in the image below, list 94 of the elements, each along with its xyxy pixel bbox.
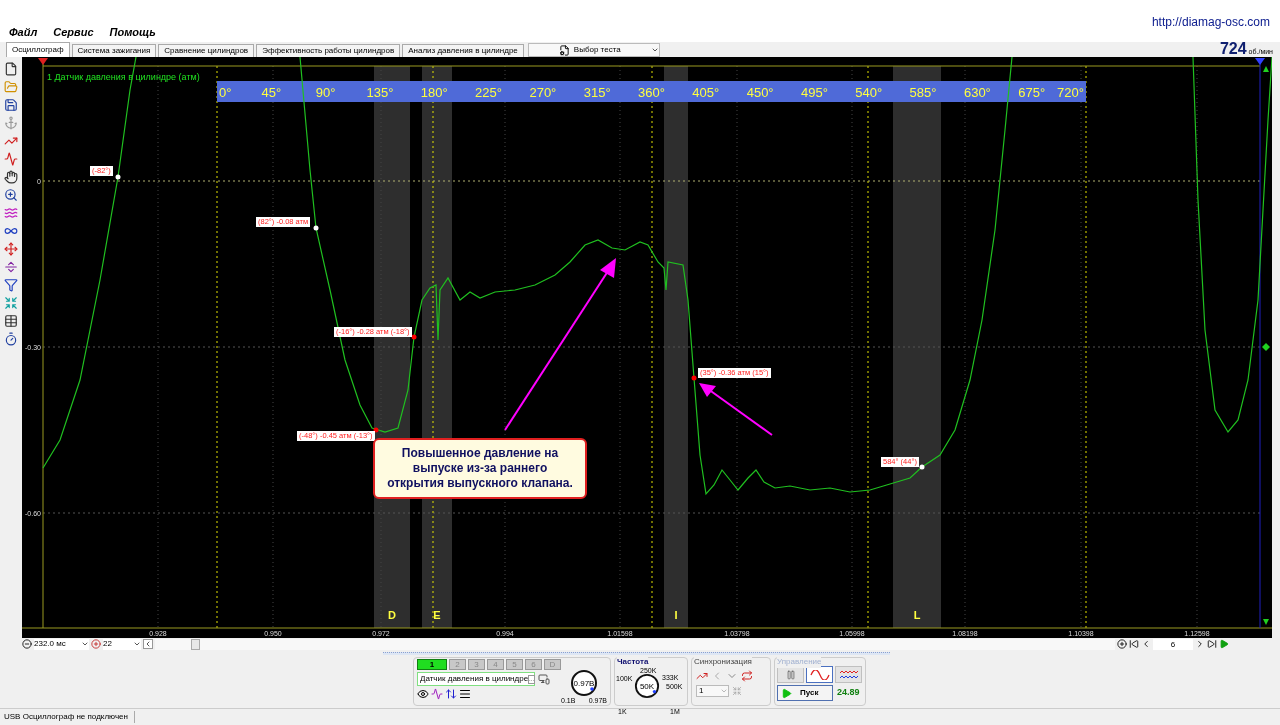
callout-note: Повышенное давление на выпуске из-за раннего открытия выпускного клапана.: [373, 438, 587, 499]
knob-value: 0.97В: [573, 678, 595, 688]
phase-label: D: [388, 609, 396, 621]
phase-label: L: [913, 609, 921, 621]
timer-icon[interactable]: [4, 331, 18, 346]
rising-edge-icon[interactable]: [696, 670, 708, 682]
lines-icon[interactable]: [459, 688, 471, 700]
zoom-select[interactable]: 22: [103, 638, 141, 650]
mode-button[interactable]: [806, 666, 833, 683]
diamond-icon: [1262, 343, 1270, 351]
mode-button[interactable]: [835, 666, 862, 683]
triangle-up-icon: [1263, 66, 1269, 72]
time-scale-select[interactable]: 232.0 мс: [34, 638, 89, 650]
split-icon[interactable]: [4, 259, 18, 274]
eye-icon[interactable]: [417, 688, 429, 700]
angle-label: 450°: [746, 85, 774, 100]
zoom-out-icon[interactable]: [22, 639, 32, 649]
angle-label: 630°: [963, 85, 991, 100]
vertical-arrows-icon[interactable]: [445, 688, 457, 700]
angle-label: 270°: [529, 85, 557, 100]
angle-label: 360°: [638, 85, 665, 100]
tab[interactable]: Эффективность работы цилиндров: [256, 44, 401, 57]
phase-label: I: [674, 609, 678, 621]
angle-label: 720°: [1057, 85, 1084, 100]
next-page-icon[interactable]: [1195, 639, 1205, 649]
tab[interactable]: Осциллограф: [6, 42, 70, 57]
angle-label: 90°: [315, 85, 336, 100]
angle-label: 540°: [855, 85, 883, 100]
scroll-thumb[interactable]: [191, 638, 200, 650]
waves-icon[interactable]: [4, 205, 18, 220]
device-swap-icon[interactable]: [538, 673, 550, 685]
add-icon[interactable]: [1117, 639, 1127, 649]
start-button[interactable]: Пуск: [777, 685, 833, 701]
angle-label: 495°: [801, 85, 828, 100]
angle-label: 45°: [261, 85, 282, 100]
sync-channel-select[interactable]: 1: [696, 685, 729, 697]
angle-label: 675°: [1018, 85, 1046, 100]
sine-wave-icon: [809, 669, 830, 680]
pause-icon: [785, 669, 796, 680]
speed-reading: 24.89: [837, 686, 860, 700]
splitter-handle[interactable]: [383, 651, 890, 655]
save-icon[interactable]: [4, 97, 18, 112]
marker-point[interactable]: [115, 174, 121, 180]
wave-icon[interactable]: [431, 688, 443, 700]
caret-icon: [720, 687, 728, 695]
angle-label: 225°: [475, 85, 502, 100]
page-number[interactable]: 6: [1153, 638, 1193, 650]
angle-label: 180°: [420, 85, 448, 100]
prev-page-icon[interactable]: [1141, 639, 1151, 649]
dual-wave-icon: [838, 669, 859, 680]
marker-point[interactable]: [919, 464, 925, 470]
menu-item[interactable]: Сервис: [53, 23, 94, 40]
caret-icon: [650, 46, 659, 54]
marker-point[interactable]: [691, 375, 697, 381]
knob-dial[interactable]: [570, 669, 598, 697]
phase-label: E: [433, 609, 441, 621]
play-icon: [781, 687, 792, 699]
angle-label: 315°: [583, 85, 611, 100]
zoom-in-icon[interactable]: [4, 187, 18, 202]
group-title: Управление: [777, 656, 822, 668]
pulse-icon[interactable]: [4, 151, 18, 166]
marker-point[interactable]: [313, 225, 319, 231]
menu-item[interactable]: Помощь: [109, 23, 156, 40]
knob-dial[interactable]: [634, 673, 660, 699]
channel-title: 1 Датчик давления в цилиндре (атм): [47, 72, 200, 82]
status-text: USB Осциллограф не подключен: [0, 711, 135, 723]
caret-icon: [81, 640, 89, 648]
group-title: Синхронизация: [694, 656, 752, 668]
auto-sync-icon[interactable]: [741, 670, 753, 682]
hand-icon[interactable]: [4, 169, 18, 184]
scroll-track[interactable]: [155, 638, 1115, 650]
cursor-marker-icon[interactable]: [1255, 58, 1265, 65]
filter-icon[interactable]: [4, 277, 18, 292]
table-icon[interactable]: [4, 313, 18, 328]
triangle-down-icon: [1263, 619, 1269, 625]
caret-icon: [133, 640, 141, 648]
last-page-icon[interactable]: [1207, 639, 1217, 649]
rpm-value: 724: [1219, 41, 1247, 57]
knob-value: 50K: [639, 681, 655, 691]
channel-tab[interactable]: 1: [417, 659, 447, 670]
tab[interactable]: Сравнение цилиндров: [158, 44, 255, 57]
tab[interactable]: Система зажигания: [71, 44, 157, 57]
scroll-left-icon[interactable]: [143, 639, 153, 649]
angle-label: 0°: [219, 85, 232, 100]
angle-label: 405°: [692, 85, 720, 100]
first-page-icon[interactable]: [1129, 639, 1139, 649]
test-select[interactable]: Выбор теста: [527, 43, 660, 57]
menu-item[interactable]: Файл: [9, 23, 38, 40]
angle-label: 135°: [366, 85, 394, 100]
site-link[interactable]: http://diamag-osc.com: [1151, 13, 1270, 42]
angle-label: 585°: [909, 85, 937, 100]
move-icon[interactable]: [4, 241, 18, 256]
file-icon[interactable]: [4, 61, 18, 76]
tab[interactable]: Анализ давления в цилиндре: [402, 44, 524, 57]
